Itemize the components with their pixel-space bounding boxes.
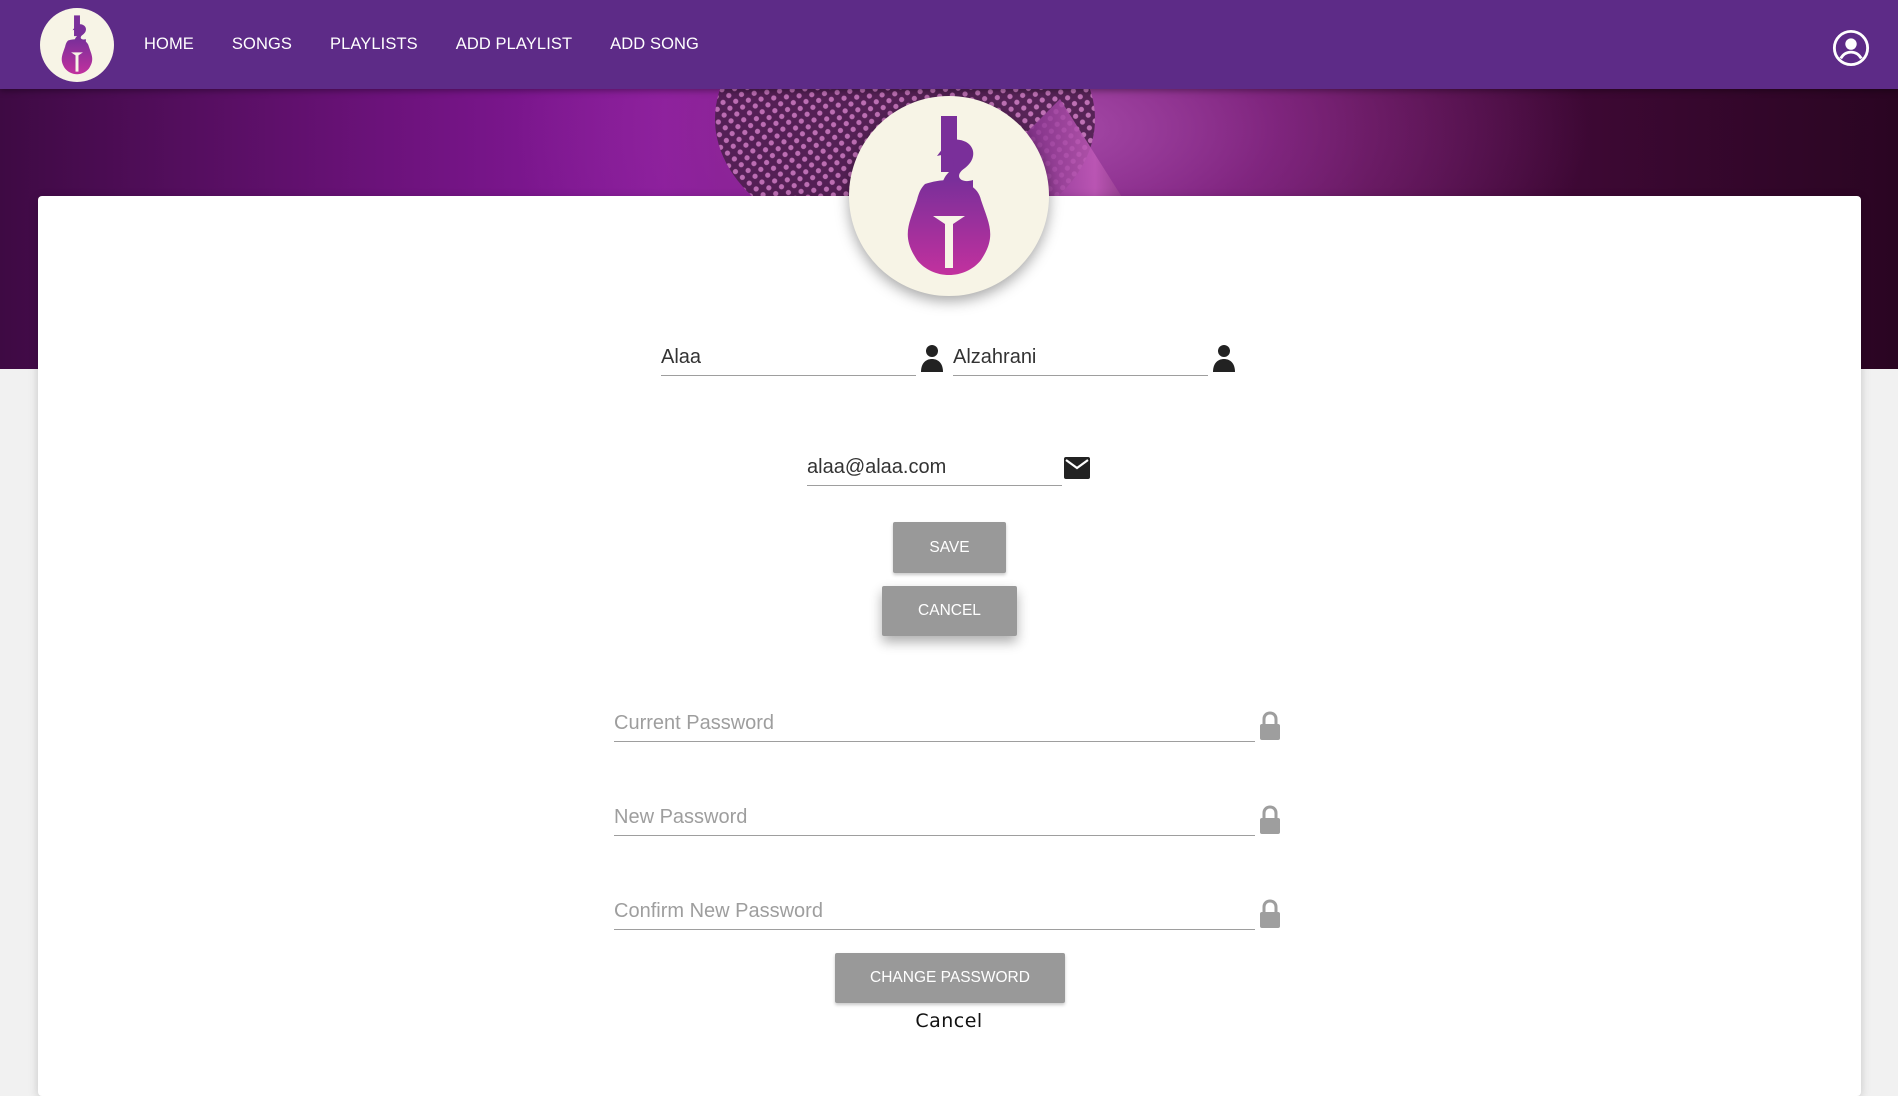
confirm-password-input[interactable]	[614, 894, 1255, 930]
change-password-button[interactable]: CHANGE PASSWORD	[835, 953, 1065, 1003]
mail-icon	[1064, 457, 1090, 479]
nav-home[interactable]: HOME	[144, 35, 194, 54]
lock-icon	[1259, 805, 1281, 835]
person-icon	[920, 343, 944, 373]
save-button[interactable]: SAVE	[893, 522, 1006, 573]
email-input[interactable]	[807, 450, 1062, 486]
new-password-input[interactable]	[614, 800, 1255, 836]
new-password-field	[614, 800, 1284, 840]
account-icon[interactable]	[1832, 29, 1870, 67]
cello-logo-icon	[61, 15, 93, 75]
confirm-password-field	[614, 894, 1284, 934]
lock-icon	[1259, 711, 1281, 741]
nav-add-playlist[interactable]: ADD PLAYLIST	[456, 35, 572, 54]
person-icon	[1212, 343, 1236, 373]
last-name-input[interactable]	[953, 340, 1208, 376]
current-password-field	[614, 706, 1284, 746]
nav-songs[interactable]: SONGS	[232, 35, 292, 54]
profile-avatar	[849, 96, 1049, 296]
cancel-button[interactable]: CANCEL	[882, 586, 1017, 636]
nav-playlists[interactable]: PLAYLISTS	[330, 35, 418, 54]
last-name-field	[953, 340, 1235, 380]
cello-logo-icon	[907, 116, 991, 275]
email-field	[807, 450, 1097, 490]
brand-logo[interactable]	[40, 8, 114, 82]
lock-icon	[1259, 899, 1281, 929]
first-name-input[interactable]	[661, 340, 916, 376]
nav-add-song[interactable]: ADD SONG	[610, 35, 699, 54]
nav-links: HOME SONGS PLAYLISTS ADD PLAYLIST ADD SO…	[125, 0, 718, 89]
first-name-field	[661, 340, 943, 380]
navbar: HOME SONGS PLAYLISTS ADD PLAYLIST ADD SO…	[0, 0, 1898, 89]
current-password-input[interactable]	[614, 706, 1255, 742]
cancel-link[interactable]: Cancel	[0, 1010, 1898, 1032]
